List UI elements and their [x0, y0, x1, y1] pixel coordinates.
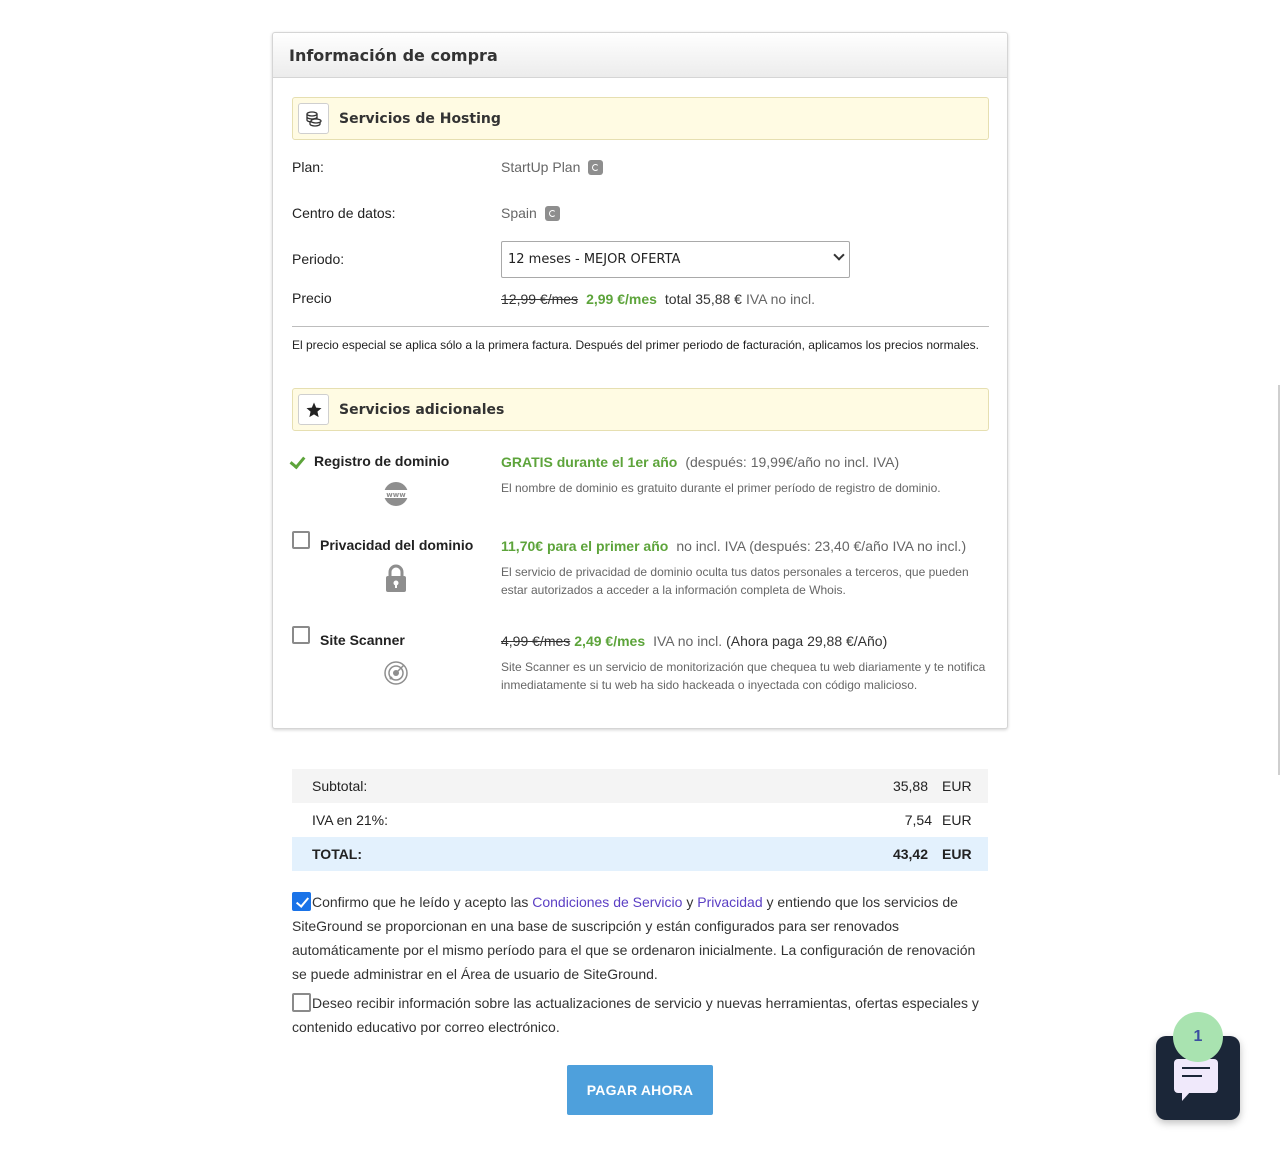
domain-registration-highlight: GRATIS durante el 1er año: [501, 454, 678, 470]
radar-icon: [383, 660, 409, 686]
plan-value-row: StartUp Plan: [501, 159, 604, 175]
old-price: 12,99 €/mes: [501, 291, 579, 307]
site-scanner-desc: Site Scanner es un servicio de monitoriz…: [501, 660, 986, 692]
divider: [292, 326, 989, 327]
price-total: total 35,88 €: [664, 291, 742, 307]
domain-privacy-detail: no incl. IVA (después: 23,40 €/año IVA n…: [676, 538, 967, 554]
datacenter-label: Centro de datos:: [292, 205, 396, 221]
pay-now-button[interactable]: PAGAR AHORA: [567, 1065, 713, 1115]
domain-privacy-highlight: 11,70€ para el primer año: [501, 538, 669, 554]
panel-title: Información de compra: [289, 45, 498, 65]
totals-table: Subtotal: 35,88 EUR IVA en 21%: 7,54 EUR…: [292, 769, 988, 871]
terms-agreement: Confirmo que he leído y acepto las Condi…: [292, 890, 988, 986]
plan-value: StartUp Plan: [501, 159, 581, 175]
chat-notification-badge: 1: [1173, 1012, 1223, 1062]
price-vat-note: IVA no incl.: [745, 291, 815, 307]
subtotal-label: Subtotal:: [312, 778, 368, 794]
price-label: Precio: [292, 290, 332, 306]
vat-label: IVA en 21%:: [312, 812, 389, 828]
domain-privacy-desc: El servicio de privacidad de dominio ocu…: [501, 565, 969, 597]
change-plan-icon[interactable]: [588, 159, 604, 175]
newsletter-text: Deseo recibir información sobre las actu…: [292, 995, 979, 1035]
site-scanner-detail: IVA no incl.: [653, 633, 723, 649]
subtotal-currency: EUR: [942, 778, 972, 794]
vat-value: 7,54: [904, 812, 932, 828]
site-scanner-detail2: (Ahora paga 29,88 €/Año): [726, 633, 888, 649]
terms-prefix: Confirmo que he leído y acepto las: [312, 894, 533, 910]
site-scanner-old-price: 4,99 €/mes: [501, 633, 571, 649]
new-price: 2,99 €/mes: [586, 291, 657, 307]
coins-icon: [298, 103, 329, 134]
total-value: 43,42: [892, 846, 928, 862]
total-currency: EUR: [942, 846, 972, 862]
newsletter-checkbox[interactable]: [292, 993, 311, 1012]
period-selected-value: 12 meses - MEJOR OFERTA: [508, 252, 681, 267]
newsletter-optin: Deseo recibir información sobre las actu…: [292, 991, 988, 1039]
change-datacenter-icon[interactable]: [544, 205, 560, 221]
terms-section: Confirmo que he leído y acepto las Condi…: [292, 890, 988, 1039]
chat-icon: [1174, 1059, 1218, 1101]
domain-registration-desc: El nombre de dominio es gratuito durante…: [501, 481, 941, 495]
terms-and: y: [682, 894, 698, 910]
purchase-info-panel: Información de compra Servicios de Hosti…: [272, 32, 1008, 729]
www-icon: www: [383, 481, 409, 507]
domain-registration-name: Registro de dominio: [314, 453, 450, 469]
datacenter-value: Spain: [501, 205, 537, 221]
total-label: TOTAL:: [312, 846, 363, 862]
site-scanner-price: 4,99 €/mes 2,49 €/mes IVA no incl. (Ahor…: [501, 633, 887, 649]
domain-privacy-name: Privacidad del dominio: [320, 537, 474, 553]
lock-icon: [383, 564, 409, 592]
site-scanner-highlight: 2,49 €/mes: [574, 633, 646, 649]
domain-privacy-price: 11,70€ para el primer año no incl. IVA (…: [501, 538, 966, 554]
tos-link[interactable]: Condiciones de Servicio: [532, 894, 682, 910]
special-price-note: El precio especial se aplica sólo a la p…: [292, 338, 979, 352]
vat-currency: EUR: [942, 812, 972, 828]
site-scanner-checkbox[interactable]: [292, 626, 310, 644]
extras-section-header: Servicios adicionales: [292, 388, 989, 431]
period-select[interactable]: 12 meses - MEJOR OFERTA: [501, 241, 850, 278]
site-scanner-name: Site Scanner: [320, 632, 405, 648]
panel-header: Información de compra: [273, 33, 1007, 78]
period-label: Periodo:: [292, 251, 345, 267]
domain-privacy-checkbox[interactable]: [292, 531, 310, 549]
domain-registration-price: GRATIS durante el 1er año (después: 19,9…: [501, 454, 899, 470]
extras-section-title: Servicios adicionales: [339, 401, 505, 418]
terms-checkbox[interactable]: [292, 892, 311, 911]
subtotal-row: Subtotal: 35,88 EUR: [292, 769, 988, 803]
chevron-down-icon: [833, 249, 845, 261]
subtotal-value: 35,88: [892, 778, 928, 794]
svg-text:www: www: [386, 491, 406, 499]
price-line: 12,99 €/mes 2,99 €/mes total 35,88 € IVA…: [501, 291, 815, 307]
hosting-section-header: Servicios de Hosting: [292, 97, 989, 140]
datacenter-value-row: Spain: [501, 205, 560, 221]
hosting-section-title: Servicios de Hosting: [339, 110, 501, 127]
total-row: TOTAL: 43,42 EUR: [292, 837, 988, 871]
domain-included-check-icon: [289, 452, 306, 470]
vat-row: IVA en 21%: 7,54 EUR: [292, 803, 988, 837]
plan-label: Plan:: [292, 159, 324, 175]
privacy-link[interactable]: Privacidad: [697, 894, 762, 910]
star-icon: [298, 394, 329, 425]
domain-registration-detail: (después: 19,99€/año no incl. IVA): [685, 454, 900, 470]
